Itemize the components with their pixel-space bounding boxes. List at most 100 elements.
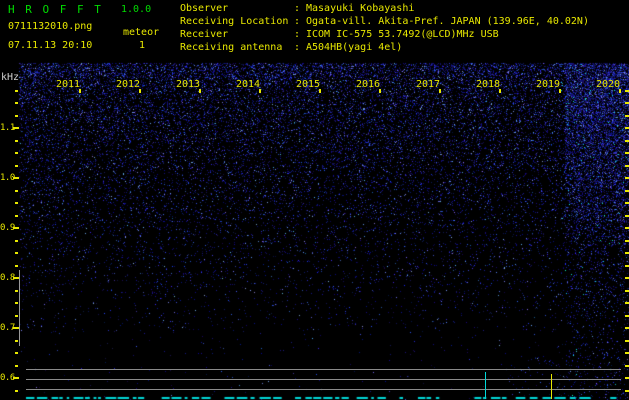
time-tick-label: 2014 [236, 79, 261, 90]
station-info-row: Receiving antenna: A504HB(yagi 4el) [180, 42, 629, 55]
info-label: Receiver [180, 29, 229, 40]
info-value: ICOM IC-575 53.7492(@LCD)MHz USB [306, 29, 499, 40]
info-label: Receiving antenna [180, 42, 283, 53]
time-tick-label: 2020 [596, 79, 621, 90]
freq-tick-right [625, 377, 629, 379]
time-tick [499, 89, 501, 93]
station-info-row: Observer: Masayuki Kobayashi [180, 3, 629, 16]
freq-tick-left [13, 127, 19, 129]
time-tick-label: 2013 [176, 79, 201, 90]
freq-tick-left [15, 252, 18, 254]
freq-tick-left [15, 102, 18, 104]
freq-tick-left [15, 139, 18, 142]
freq-tick-left [15, 164, 18, 167]
station-info: Observer: Masayuki Kobayashi Receiving Loc… [180, 3, 629, 61]
output-filename: 0711132010.png [8, 21, 93, 32]
info-colon: : [294, 42, 301, 53]
freq-tick-right [625, 314, 629, 317]
station-info-row: Receiver: ICOM IC-575 53.7492(@LCD)MHz US… [180, 29, 629, 42]
app-version: 1.0.0 [121, 4, 152, 15]
freq-tick-right [625, 164, 629, 167]
info-label: Receiving Location [180, 16, 289, 27]
freq-tick-right [625, 327, 629, 329]
mode-label: meteor [123, 27, 160, 38]
freq-tick-right [625, 364, 629, 367]
hrofft-screen: H R O F F T 1.0.0 0711132010.png meteor … [0, 0, 629, 400]
info-value: Ogata-vill. Akita-Pref. JAPAN (139.96E, … [306, 16, 589, 27]
time-tick-label: 2019 [536, 79, 561, 90]
freq-tick-right [625, 289, 629, 292]
freq-tick-right [625, 239, 629, 242]
time-tick [79, 89, 81, 93]
time-tick-label: 2015 [296, 79, 321, 90]
info-value: A504HB(yagi 4el) [306, 42, 403, 53]
freq-tick-right [625, 277, 629, 279]
time-tick-label: 2011 [56, 79, 81, 90]
freq-tick-label: 1.0 [0, 173, 15, 183]
info-colon: : [294, 3, 301, 14]
freq-tick-left [15, 389, 18, 392]
freq-tick-left [15, 264, 18, 267]
freq-tick-label: 1.1 [0, 123, 15, 133]
level-gridline [26, 379, 621, 380]
image-counter: 1 [139, 40, 146, 51]
freq-tick-left [15, 352, 18, 354]
freq-tick-right [625, 252, 629, 254]
freq-tick-left [15, 339, 18, 342]
freq-tick-right [625, 139, 629, 142]
meteor-echo-spike [551, 374, 552, 399]
app-title: H R O F F T [8, 3, 103, 16]
freq-tick-right [625, 227, 629, 229]
freq-tick-left [15, 302, 18, 304]
freq-tick-right [625, 352, 629, 354]
time-tick [259, 89, 261, 93]
time-tick [379, 89, 381, 93]
freq-tick-right [625, 202, 629, 204]
freq-tick-right [625, 177, 629, 179]
meteor-echo-spike [485, 372, 486, 399]
freq-tick-label: 0.6 [0, 373, 15, 383]
freq-tick-right [625, 389, 629, 392]
freq-tick-right [625, 127, 629, 129]
freq-tick-left [15, 202, 18, 204]
freq-tick-right [625, 152, 629, 154]
time-tick-label: 2016 [356, 79, 381, 90]
info-colon: : [294, 16, 301, 27]
time-tick [619, 89, 621, 93]
freq-tick-left [13, 177, 19, 179]
time-tick-label: 2017 [416, 79, 441, 90]
time-tick [199, 89, 201, 93]
time-tick-label: 2018 [476, 79, 501, 90]
info-label: Observer [180, 3, 229, 14]
datetime-label: 07.11.13 20:10 [8, 40, 93, 51]
info-value: Masayuki Kobayashi [306, 3, 415, 14]
freq-tick-right [625, 89, 629, 92]
freq-tick-right [625, 189, 629, 192]
freq-tick-label: 0.7 [0, 323, 15, 333]
freq-unit-label: kHz [1, 72, 20, 83]
level-gridline [26, 369, 621, 370]
freq-tick-left [13, 227, 19, 229]
freq-tick-right [625, 102, 629, 104]
freq-tick-left [15, 114, 18, 117]
level-gridline [26, 389, 621, 390]
freq-tick-label: 0.8 [0, 273, 15, 283]
freq-tick-right [625, 214, 629, 217]
time-tick [319, 89, 321, 93]
freq-tick-left [15, 314, 18, 317]
freq-tick-right [625, 114, 629, 117]
freq-tick-right [625, 264, 629, 267]
freq-tick-right [625, 339, 629, 342]
freq-tick-left [13, 377, 19, 379]
freq-tick-label: 0.9 [0, 223, 15, 233]
freq-tick-left [15, 289, 18, 292]
freq-tick-right [625, 302, 629, 304]
freq-tick-left [15, 214, 18, 217]
time-tick-label: 2012 [116, 79, 141, 90]
freq-tick-left [15, 239, 18, 242]
time-tick [139, 89, 141, 93]
level-graph-axis-line [19, 270, 20, 346]
freq-tick-left [15, 364, 18, 367]
freq-tick-left [15, 189, 18, 192]
info-colon: : [294, 29, 301, 40]
